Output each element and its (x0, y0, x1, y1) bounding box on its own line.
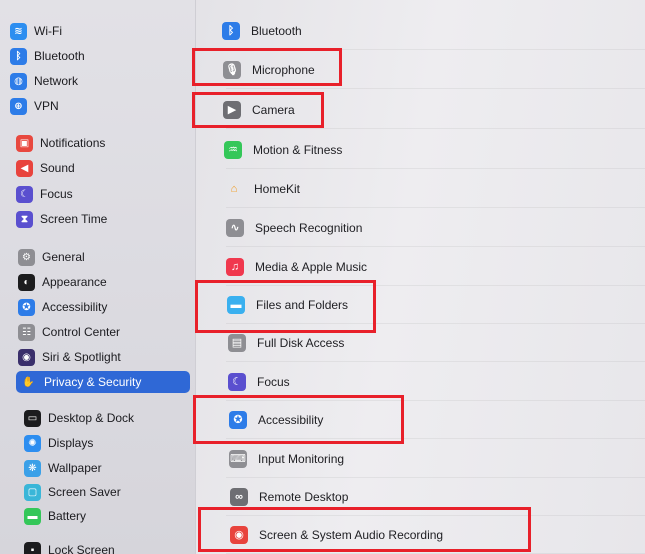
sidebar-item-vpn[interactable]: ⊕ VPN (10, 95, 59, 117)
screen-saver-icon: ▢ (24, 483, 41, 501)
sidebar-item-accessibility[interactable]: ✪ Accessibility (18, 296, 107, 318)
binoculars-icon: ∞ (230, 487, 248, 506)
sun-icon: ✺ (24, 434, 41, 452)
sidebar-item-lock-screen[interactable]: ▪ Lock Screen (24, 539, 115, 554)
siri-icon: ◉ (18, 348, 35, 366)
highlight-screen-recording (198, 507, 531, 552)
sidebar-item-appearance[interactable]: ◐ Appearance (18, 271, 107, 293)
sidebar-item-siri-spotlight[interactable]: ◉ Siri & Spotlight (18, 346, 121, 368)
highlight-camera (192, 92, 324, 128)
sidebar-item-label: General (42, 250, 85, 264)
dock-icon: ▭ (24, 409, 41, 427)
sidebar-item-notifications[interactable]: ▣ Notifications (16, 132, 105, 154)
accessibility-icon: ✪ (18, 298, 35, 316)
privacy-row-homekit[interactable]: ⌂HomeKit› (196, 169, 645, 208)
system-settings-window: ≋ Wi-Fi ᛒ Bluetooth ◍ Network ⊕ VPN ▣ Notificatio… (0, 0, 645, 554)
hourglass-icon: ⧗ (16, 210, 33, 228)
sidebar-item-label: Appearance (42, 275, 107, 289)
battery-icon: ▬ (24, 507, 41, 525)
wallpaper-icon: ❋ (24, 459, 41, 477)
sidebar-item-control-center[interactable]: ☷ Control Center (18, 321, 120, 343)
privacy-row-label: Bluetooth (251, 23, 302, 38)
sidebar-item-label: Displays (48, 436, 94, 450)
privacy-row-label: Full Disk Access (257, 335, 345, 350)
speaker-icon: ◀ (16, 159, 33, 177)
highlight-files-and-folders (195, 280, 376, 333)
sidebar-item-label: VPN (34, 99, 59, 113)
globe-icon: ◍ (10, 72, 27, 90)
moon-icon: ☾ (16, 185, 33, 203)
sidebar-item-label: Battery (48, 509, 87, 523)
highlight-microphone (192, 48, 342, 86)
sidebar-item-network[interactable]: ◍ Network (10, 70, 78, 92)
sidebar-item-label: Screen Time (40, 212, 108, 226)
sidebar-item-label: Desktop & Dock (48, 411, 135, 425)
privacy-row-bluetooth[interactable]: ᛒBluetooth› (196, 11, 645, 50)
sidebar: ≋ Wi-Fi ᛒ Bluetooth ◍ Network ⊕ VPN ▣ Notificatio… (0, 0, 196, 554)
control-center-icon: ☷ (18, 323, 35, 341)
vpn-icon: ⊕ (10, 97, 27, 115)
sidebar-item-label: Wi-Fi (34, 24, 62, 38)
bell-icon: ▣ (16, 134, 33, 152)
sidebar-item-general[interactable]: ⚙ General (18, 246, 85, 268)
disk-icon: ▤ (228, 333, 246, 352)
sidebar-item-label: Lock Screen (48, 543, 115, 554)
sidebar-item-screen-saver[interactable]: ▢ Screen Saver (24, 481, 121, 503)
privacy-row-label: Speech Recognition (255, 220, 363, 235)
privacy-row-label: Focus (257, 374, 290, 389)
bluetooth-icon: ᛒ (222, 21, 240, 40)
sidebar-item-label: Sound (40, 161, 75, 175)
sidebar-item-wi-fi[interactable]: ≋ Wi-Fi (10, 20, 62, 42)
motion-icon: ♒ (224, 140, 242, 159)
sidebar-item-screen-time[interactable]: ⧗ Screen Time (16, 208, 107, 230)
sidebar-item-battery[interactable]: ▬ Battery (24, 505, 86, 527)
sidebar-item-focus[interactable]: ☾ Focus (16, 183, 73, 205)
privacy-row-label: Motion & Fitness (253, 142, 343, 157)
gear-icon: ⚙ (18, 248, 35, 266)
appearance-icon: ◐ (18, 273, 35, 291)
moon-icon: ☾ (228, 372, 246, 391)
hand-icon: ✋ (20, 373, 37, 391)
sidebar-item-displays[interactable]: ✺ Displays (24, 432, 93, 454)
sidebar-item-label: Wallpaper (48, 461, 102, 475)
home-icon: ⌂ (230, 182, 238, 195)
privacy-row-label: HomeKit (254, 181, 301, 196)
sidebar-item-label: Privacy & Security (44, 375, 142, 389)
sidebar-item-label: Focus (40, 187, 73, 201)
sidebar-item-sound[interactable]: ◀ Sound (16, 157, 75, 179)
keyboard-icon: ⌨ (229, 449, 247, 468)
privacy-row-label: Remote Desktop (259, 489, 349, 504)
highlight-accessibility (193, 395, 404, 444)
sidebar-item-desktop-dock[interactable]: ▭ Desktop & Dock (24, 407, 134, 429)
wifi-icon: ≋ (10, 22, 27, 40)
privacy-row-label: Media & Apple Music (255, 259, 368, 274)
privacy-row-motion-fitness[interactable]: ♒Motion & Fitness› (196, 130, 645, 169)
sidebar-item-label: Network (34, 74, 79, 88)
lock-icon: ▪ (24, 541, 41, 554)
bluetooth-icon: ᛒ (10, 47, 27, 65)
privacy-row-speech-recognition[interactable]: ∿Speech Recognition› (196, 208, 645, 247)
sidebar-item-label: Control Center (42, 325, 121, 339)
sidebar-item-bluetooth[interactable]: ᛒ Bluetooth (10, 45, 85, 67)
sidebar-item-label: Accessibility (42, 300, 108, 314)
sidebar-item-label: Siri & Spotlight (42, 350, 121, 364)
waveform-icon: ∿ (226, 218, 244, 237)
sidebar-item-wallpaper[interactable]: ❋ Wallpaper (24, 457, 102, 479)
sidebar-item-label: Bluetooth (34, 49, 85, 63)
sidebar-item-privacy-security[interactable]: ✋ Privacy & Security (16, 371, 190, 393)
privacy-row-label: Input Monitoring (258, 451, 345, 466)
privacy-row-input-monitoring[interactable]: ⌨Input Monitoring› (196, 439, 645, 478)
music-icon: ♫ (226, 257, 244, 276)
sidebar-item-label: Notifications (40, 136, 106, 150)
sidebar-item-label: Screen Saver (48, 485, 121, 499)
